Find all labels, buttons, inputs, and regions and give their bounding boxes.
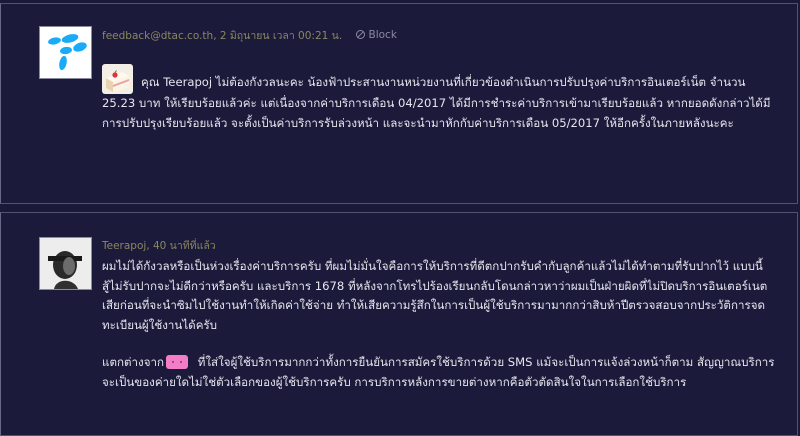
comment-body: คุณ Teerapoj ไม่ต้องกังวลนะคะ น้องฟ้าประ… <box>102 64 771 133</box>
avatar[interactable] <box>39 237 92 290</box>
avatar[interactable] <box>39 26 92 79</box>
comment-line: ทะเบียนผู้ใช้งานได้ครับ <box>102 317 218 332</box>
comment-line: คุณ Teerapoj ไม่ต้องกังวลนะคะ น้องฟ้าประ… <box>102 64 762 94</box>
comment-meta: Teerapoj, 40 นาทีที่แล้ว <box>102 237 216 254</box>
comment-line: ผมไม่ได้กังวลหรือเป็นห่วงเรื่องค่าบริการ… <box>102 259 763 273</box>
pink-blob-icon <box>166 355 189 369</box>
author-name[interactable]: feedback@dtac.co.th <box>102 30 213 42</box>
user-photo-avatar <box>40 238 91 289</box>
telenor-logo-icon <box>40 27 91 78</box>
comment-line: 25.23 บาท ให้เรียบร้อยแล้วค่ะ แต่เนื่องจ… <box>102 96 771 110</box>
comment-post: Teerapoj, 40 นาทีที่แล้ว ผมไม่ได้กังวลหร… <box>0 212 798 436</box>
block-label: Block <box>368 28 397 41</box>
timestamp: , 2 มิถุนายน เวลา 00:21 น. <box>213 30 343 42</box>
comment-line: แตกต่างจาก ที่ใส่ใจผู้ใช้บริการมากกว่าทั… <box>102 355 775 369</box>
comment-body: ผมไม่ได้กังวลหรือเป็นห่วงเรื่องค่าบริการ… <box>102 257 775 392</box>
comment-line: การปรับปรุงเรียบร้อยแล้ว จะตั้งเป็นค่าบร… <box>102 115 734 130</box>
author-name[interactable]: Teerapoj <box>102 240 146 252</box>
comment-line: จะเป็นของค่ายใดไม่ใช่ตัวเลือกของผู้ใช้บร… <box>102 374 687 389</box>
comment-post: feedback@dtac.co.th, 2 มิถุนายน เวลา 00:… <box>0 3 798 204</box>
block-button[interactable]: Block <box>355 28 397 41</box>
cake-icon <box>102 64 133 94</box>
block-icon <box>355 30 365 39</box>
comment-meta: feedback@dtac.co.th, 2 มิถุนายน เวลา 00:… <box>102 27 397 44</box>
timestamp: , 40 นาทีที่แล้ว <box>146 240 216 252</box>
comment-line: สู้ไม่รับปากจะไม่ดีกว่าหรือครับ และบริกา… <box>102 278 768 293</box>
comment-line: เสียก่อนที่จะนำซิมไปใช้งานทำให้เกิดค่าใช… <box>102 298 766 312</box>
